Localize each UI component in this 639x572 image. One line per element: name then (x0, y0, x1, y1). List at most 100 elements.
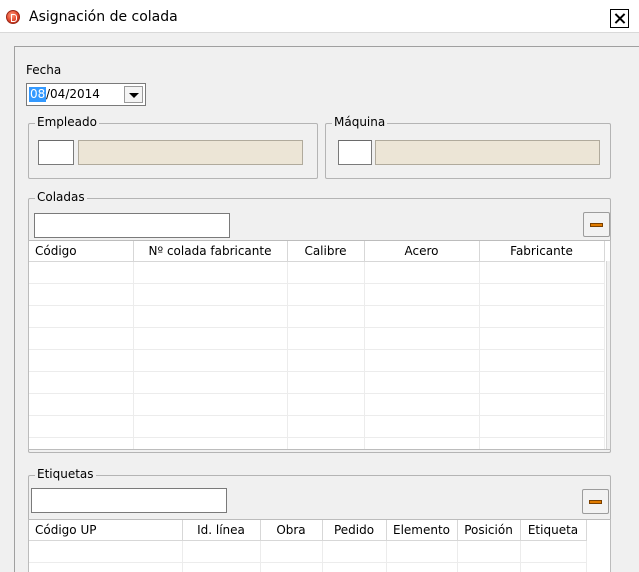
etiquetas-label: Etiquetas (35, 467, 96, 481)
etiquetas-remove-button[interactable] (582, 489, 609, 514)
column-header-acero[interactable]: Acero (364, 241, 480, 262)
coladas-remove-button[interactable] (583, 212, 610, 237)
coladas-table-cell[interactable] (287, 305, 365, 328)
coladas-table-row[interactable] (29, 437, 605, 449)
coladas-scrollbar[interactable] (606, 261, 610, 449)
coladas-table-row[interactable] (29, 415, 605, 438)
etiquetas-search-input[interactable] (31, 488, 227, 513)
column-header-pedido[interactable]: Pedido (322, 520, 387, 541)
coladas-table-cell[interactable] (29, 371, 134, 394)
etiquetas-table-cell[interactable] (260, 562, 323, 572)
coladas-table-cell[interactable] (479, 261, 605, 284)
maquina-code-input[interactable] (338, 140, 372, 165)
coladas-table-cell[interactable] (133, 327, 288, 350)
coladas-table-cell[interactable] (287, 393, 365, 416)
coladas-table: Código Nº colada fabricante Calibre Acer… (29, 241, 605, 449)
coladas-table-cell[interactable] (29, 283, 134, 306)
etiquetas-table-cell[interactable] (386, 540, 458, 563)
column-header-fabricante[interactable]: Fabricante (479, 241, 605, 262)
etiquetas-table-cell[interactable] (182, 540, 261, 563)
coladas-table-cell[interactable] (364, 283, 480, 306)
coladas-table-cell[interactable] (287, 327, 365, 350)
empleado-code-input[interactable] (38, 140, 74, 165)
coladas-table-row[interactable] (29, 305, 605, 328)
coladas-table-cell[interactable] (133, 371, 288, 394)
etiquetas-table-cell[interactable] (457, 540, 521, 563)
column-header-obra[interactable]: Obra (260, 520, 323, 541)
coladas-table-cell[interactable] (364, 371, 480, 394)
coladas-table-row[interactable] (29, 349, 605, 372)
coladas-table-row[interactable] (29, 261, 605, 284)
coladas-table-cell[interactable] (29, 305, 134, 328)
coladas-table-cell[interactable] (133, 261, 288, 284)
coladas-table-cell[interactable] (287, 437, 365, 449)
coladas-table-cell[interactable] (287, 261, 365, 284)
etiquetas-table-cell[interactable] (457, 562, 521, 572)
coladas-table-cell[interactable] (364, 415, 480, 438)
close-icon[interactable] (610, 9, 629, 28)
coladas-table-cell[interactable] (479, 371, 605, 394)
column-header-id-linea[interactable]: Id. línea (182, 520, 261, 541)
column-header-codigo-up[interactable]: Código UP (29, 520, 183, 541)
coladas-table-cell[interactable] (364, 327, 480, 350)
etiquetas-table-cell[interactable] (520, 562, 587, 572)
etiquetas-table-row[interactable] (29, 562, 587, 572)
coladas-table-cell[interactable] (133, 349, 288, 372)
coladas-table-cell[interactable] (479, 415, 605, 438)
etiquetas-table-cell[interactable] (29, 540, 183, 563)
etiquetas-table-cell[interactable] (182, 562, 261, 572)
column-header-calibre[interactable]: Calibre (287, 241, 365, 262)
etiquetas-table-cell[interactable] (322, 562, 387, 572)
coladas-table-cell[interactable] (29, 349, 134, 372)
coladas-table-cell[interactable] (364, 349, 480, 372)
coladas-table-cell[interactable] (364, 393, 480, 416)
etiquetas-grid[interactable]: Código UP Id. línea Obra Pedido Elemento… (28, 519, 611, 572)
column-header-elemento[interactable]: Elemento (386, 520, 458, 541)
coladas-table-cell[interactable] (479, 393, 605, 416)
etiquetas-table-cell[interactable] (260, 540, 323, 563)
column-header-posicion[interactable]: Posición (457, 520, 521, 541)
etiquetas-table-row[interactable] (29, 540, 587, 563)
coladas-search-input[interactable] (34, 213, 230, 238)
window-title: Asignación de colada (29, 9, 178, 25)
coladas-table-row[interactable] (29, 283, 605, 306)
fecha-date-picker[interactable]: 08 /04/2014 (26, 83, 146, 106)
coladas-table-cell[interactable] (287, 371, 365, 394)
fecha-day-selected[interactable]: 08 (29, 87, 47, 102)
coladas-table-cell[interactable] (29, 261, 134, 284)
coladas-table-cell[interactable] (364, 261, 480, 284)
coladas-grid[interactable]: Código Nº colada fabricante Calibre Acer… (28, 240, 611, 450)
coladas-table-cell[interactable] (133, 305, 288, 328)
coladas-table-cell[interactable] (133, 415, 288, 438)
coladas-table-cell[interactable] (29, 393, 134, 416)
coladas-table-cell[interactable] (479, 327, 605, 350)
etiquetas-table-cell[interactable] (29, 562, 183, 572)
etiquetas-table-cell[interactable] (520, 540, 587, 563)
chevron-down-icon[interactable] (124, 86, 143, 103)
column-header-etiqueta[interactable]: Etiqueta (520, 520, 587, 541)
coladas-table-cell[interactable] (133, 283, 288, 306)
coladas-table-cell[interactable] (479, 283, 605, 306)
coladas-table-row[interactable] (29, 371, 605, 394)
etiquetas-table: Código UP Id. línea Obra Pedido Elemento… (29, 520, 587, 572)
coladas-table-cell[interactable] (133, 437, 288, 449)
coladas-table-cell[interactable] (29, 437, 134, 449)
coladas-table-cell[interactable] (479, 437, 605, 449)
coladas-table-cell[interactable] (479, 305, 605, 328)
fecha-date-rest[interactable]: /04/2014 (46, 87, 100, 102)
coladas-table-cell[interactable] (133, 393, 288, 416)
column-header-colada-fabricante[interactable]: Nº colada fabricante (133, 241, 288, 262)
coladas-table-cell[interactable] (287, 349, 365, 372)
coladas-table-row[interactable] (29, 393, 605, 416)
column-header-codigo[interactable]: Código (29, 241, 134, 262)
coladas-table-cell[interactable] (287, 283, 365, 306)
coladas-table-cell[interactable] (479, 349, 605, 372)
coladas-table-cell[interactable] (364, 437, 480, 449)
etiquetas-table-cell[interactable] (322, 540, 387, 563)
coladas-table-cell[interactable] (287, 415, 365, 438)
coladas-table-row[interactable] (29, 327, 605, 350)
coladas-table-cell[interactable] (29, 327, 134, 350)
etiquetas-table-cell[interactable] (386, 562, 458, 572)
coladas-table-cell[interactable] (364, 305, 480, 328)
coladas-table-cell[interactable] (29, 415, 134, 438)
